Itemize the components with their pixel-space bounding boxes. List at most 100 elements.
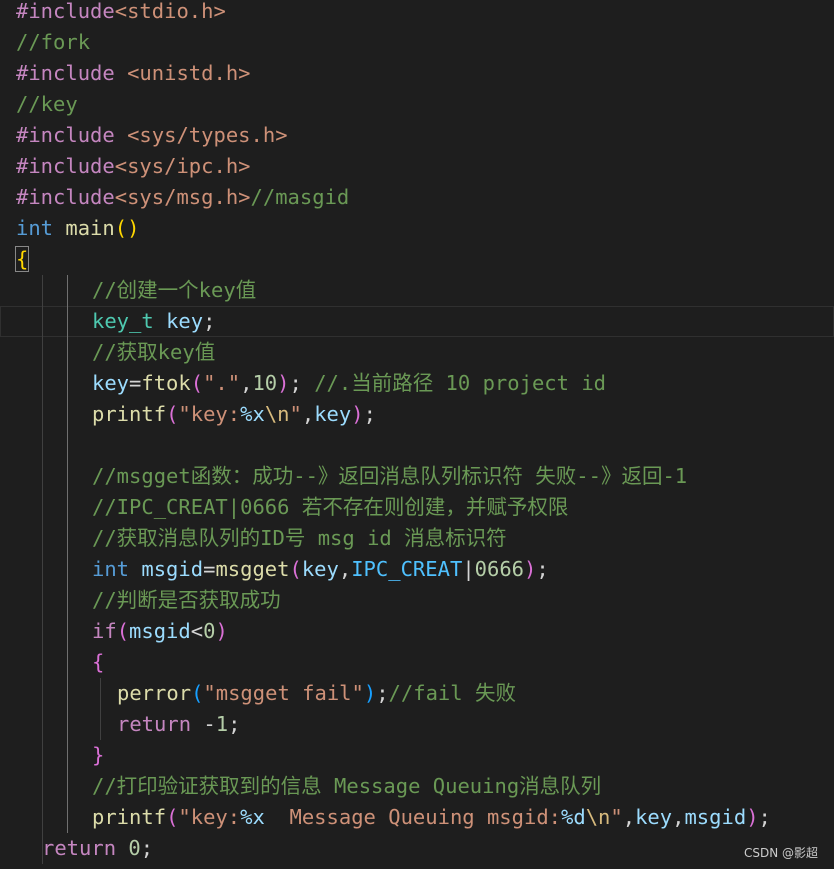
indent-guide (67, 430, 68, 461)
indent-guide (42, 337, 43, 368)
code-token: ( (166, 805, 179, 829)
code-line[interactable]: perror("msgget fail");//fail 失败 (0, 678, 834, 709)
code-line[interactable]: printf("key:%x\n",key); (0, 399, 834, 430)
code-token: int (92, 557, 130, 581)
indent-guide (67, 709, 68, 740)
code-token: //获取消息队列的ID号 msg id 消息标识符 (92, 526, 507, 550)
code-token: key (635, 805, 673, 829)
code-editor[interactable]: #include<stdio.h>//fork #include <unistd.… (0, 0, 834, 869)
indent-guide (42, 399, 43, 430)
indent-guide (42, 523, 43, 554)
code-token: ( (166, 402, 179, 426)
code-line[interactable]: #include<stdio.h> (0, 0, 834, 27)
indent-guide (67, 399, 68, 430)
code-token: - (191, 712, 216, 736)
indent-guide (42, 740, 43, 771)
code-line[interactable]: } (0, 740, 834, 771)
code-token: ( (190, 371, 204, 395)
code-token: \n (585, 805, 611, 829)
code-token: printf (92, 402, 167, 426)
code-token: "key: (178, 402, 241, 426)
code-line[interactable]: //打印验证获取到的信息 Message Queuing消息队列 (0, 771, 834, 802)
code-token: <stdio.h> (114, 0, 226, 23)
code-token: ; (536, 557, 549, 581)
code-line[interactable] (0, 430, 834, 461)
code-text: //创建一个key值 (92, 275, 256, 306)
code-token: %d (561, 805, 586, 829)
code-line[interactable]: //fork (0, 27, 834, 58)
code-text: key_t key; (92, 306, 215, 337)
code-line[interactable]: key_t key; (0, 306, 834, 337)
code-text: //fork (16, 27, 90, 58)
code-token: <unistd.h> (127, 61, 251, 85)
indent-guide (67, 337, 68, 368)
indent-guide (42, 771, 43, 802)
code-line[interactable]: //msgget函数：成功--》返回消息队列标识符 失败--》返回-1 (0, 461, 834, 492)
code-token: "key: (178, 805, 241, 829)
code-token: ( (191, 681, 204, 705)
code-token: ; (376, 681, 389, 705)
code-token: printf (92, 805, 167, 829)
code-token: #include (16, 185, 115, 209)
code-line[interactable]: #include<sys/msg.h>//masgid (0, 182, 834, 213)
code-line[interactable]: //获取key值 (0, 337, 834, 368)
code-token: msgid (684, 805, 747, 829)
code-text: //IPC_CREAT|0666 若不存在则创建，并赋予权限 (92, 492, 568, 523)
code-line[interactable]: #include <unistd.h> (0, 58, 834, 89)
code-line[interactable]: { (0, 244, 834, 275)
code-line[interactable]: int msgid=msgget(key,IPC_CREAT|0666); (0, 554, 834, 585)
code-text: } (92, 740, 104, 771)
code-line[interactable]: //IPC_CREAT|0666 若不存在则创建，并赋予权限 (0, 492, 834, 523)
code-line[interactable]: int main() (0, 213, 834, 244)
code-token: 10 (252, 371, 278, 395)
code-line[interactable]: //创建一个key值 (0, 275, 834, 306)
code-line[interactable]: { (0, 647, 834, 678)
code-line[interactable]: return 0; (0, 833, 834, 864)
code-text: #include <unistd.h> (16, 58, 251, 89)
code-token: //打印验证获取到的信息 Message Queuing消息队列 (92, 774, 602, 798)
code-line[interactable]: //判断是否获取成功 (0, 585, 834, 616)
code-token: = (129, 371, 142, 395)
code-line[interactable]: //key (0, 89, 834, 120)
code-token: ) (277, 371, 290, 395)
code-text: perror("msgget fail");//fail 失败 (117, 678, 516, 709)
code-token: IPC_CREAT (351, 557, 463, 581)
code-token: //masgid (250, 185, 350, 209)
code-line[interactable]: if(msgid<0) (0, 616, 834, 647)
code-text: //msgget函数：成功--》返回消息队列标识符 失败--》返回-1 (92, 461, 687, 492)
code-token: = (203, 557, 216, 581)
code-token: <sys/types.h> (127, 123, 288, 147)
code-token: %x (240, 402, 265, 426)
code-line[interactable]: key=ftok(".",10); //.当前路径 10 project id (0, 368, 834, 399)
code-text: //key (16, 89, 78, 120)
code-token: ; (289, 371, 315, 395)
code-token: key (92, 371, 130, 395)
code-text: #include<sys/msg.h>//masgid (16, 182, 349, 213)
code-text: int msgid=msgget(key,IPC_CREAT|0666); (92, 554, 549, 585)
indent-guide (42, 306, 43, 337)
code-line[interactable]: printf("key:%x Message Queuing msgid:%d\… (0, 802, 834, 833)
code-token: < (190, 619, 204, 643)
code-line[interactable]: #include<sys/ipc.h> (0, 151, 834, 182)
indent-guide (67, 461, 68, 492)
indent-guide (42, 461, 43, 492)
code-token: 1 (215, 712, 229, 736)
code-token: ( (289, 557, 302, 581)
code-text: return -1; (117, 709, 240, 740)
code-line[interactable]: //获取消息队列的ID号 msg id 消息标识符 (0, 523, 834, 554)
code-token: Message Queuing msgid: (264, 805, 562, 829)
code-text: printf("key:%x Message Queuing msgid:%d\… (92, 802, 771, 833)
code-text: //判断是否获取成功 (92, 585, 281, 616)
code-line[interactable]: #include <sys/types.h> (0, 120, 834, 151)
code-token: key_t (92, 309, 154, 333)
code-token: ; (228, 712, 241, 736)
code-token: return (42, 836, 117, 860)
code-token: //fork (16, 30, 91, 54)
code-token: perror (117, 681, 192, 705)
code-text: if(msgid<0) (92, 616, 228, 647)
indent-guide (67, 306, 68, 337)
code-line[interactable]: return -1; (0, 709, 834, 740)
